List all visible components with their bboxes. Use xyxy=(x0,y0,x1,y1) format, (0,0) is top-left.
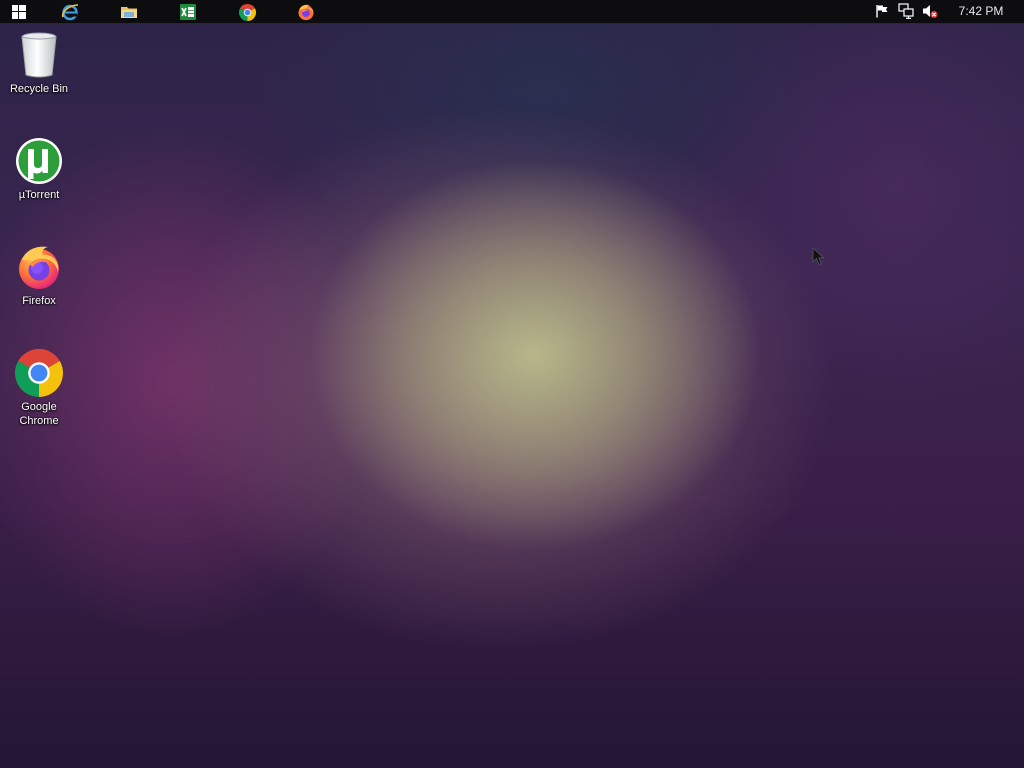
recycle-bin-icon xyxy=(14,30,64,80)
taskbar: 7:42 PM xyxy=(0,0,1024,24)
taskbar-chrome-button[interactable] xyxy=(236,2,258,22)
taskbar-firefox-button[interactable] xyxy=(295,2,317,22)
ie-icon xyxy=(61,4,79,21)
desktop-icon-utorrent[interactable]: µTorrent xyxy=(3,136,75,202)
desktop-icon-label: Google Chrome xyxy=(19,401,59,427)
windows-start-button[interactable] xyxy=(8,2,30,22)
firefox-icon xyxy=(298,4,314,21)
firefox-icon xyxy=(14,242,64,292)
utorrent-icon xyxy=(14,136,64,186)
desktop-background[interactable] xyxy=(0,0,1024,768)
mouse-cursor-icon xyxy=(812,247,825,266)
network-tray-button[interactable] xyxy=(898,3,914,19)
chrome-icon xyxy=(14,348,64,398)
folder-icon xyxy=(121,7,137,18)
chrome-icon xyxy=(238,3,256,21)
taskbar-file-explorer-button[interactable] xyxy=(118,2,140,22)
desktop-icon-label: Recycle Bin xyxy=(9,83,69,95)
desktop-icon-label: µTorrent xyxy=(18,189,60,201)
flag-icon xyxy=(876,5,888,18)
network-icon xyxy=(898,3,914,19)
desktop-icon-google-chrome[interactable]: Google Chrome xyxy=(3,348,75,428)
desktop-icon-recycle-bin[interactable]: Recycle Bin xyxy=(3,30,75,96)
desktop-icon-firefox[interactable]: Firefox xyxy=(3,242,75,308)
windows-logo-icon xyxy=(12,5,26,19)
taskbar-internet-explorer-button[interactable] xyxy=(59,2,81,22)
taskbar-clock[interactable]: 7:42 PM xyxy=(950,4,1012,18)
desktop-icon-label: Firefox xyxy=(22,295,56,307)
speaker-muted-icon xyxy=(923,5,938,19)
volume-tray-button[interactable] xyxy=(922,3,938,19)
action-center-flag-button[interactable] xyxy=(874,3,890,19)
excel-icon xyxy=(180,4,196,20)
taskbar-excel-button[interactable] xyxy=(177,2,199,22)
